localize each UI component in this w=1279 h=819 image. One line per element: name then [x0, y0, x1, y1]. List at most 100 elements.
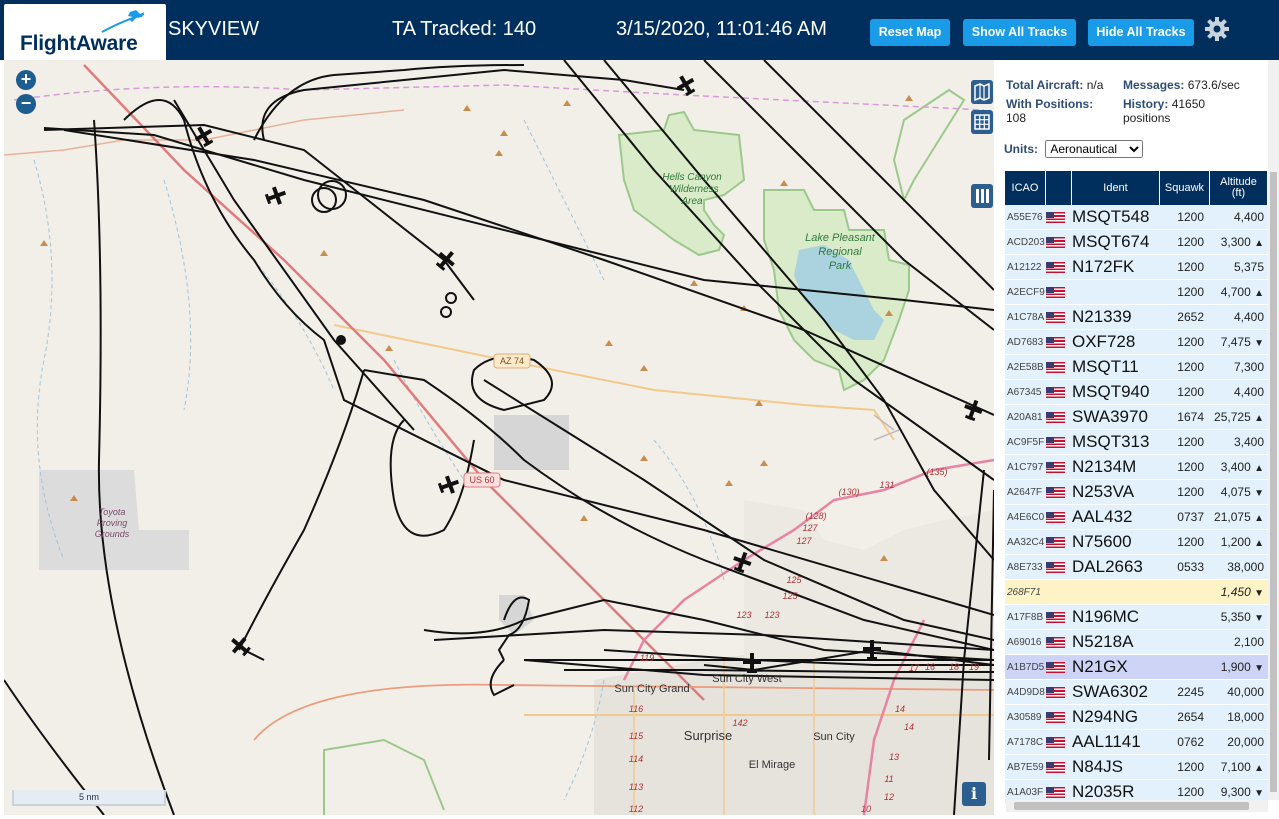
- svg-text:(130): (130): [838, 487, 859, 497]
- row-ident: N84JS: [1072, 757, 1124, 776]
- history-value: 41650: [1171, 97, 1206, 111]
- row-flag: [1046, 336, 1072, 348]
- table-row[interactable]: A17F8B N196MC 5,350 ▼: [1005, 605, 1268, 630]
- grid-toggle-button[interactable]: [971, 110, 993, 134]
- row-ident: N5218A: [1072, 632, 1134, 651]
- row-flag: [1046, 661, 1072, 673]
- table-row[interactable]: A8E733 DAL2663 0533 38,000: [1005, 555, 1268, 580]
- row-altitude: 1,200 ▲: [1220, 535, 1264, 549]
- row-ident: N21339: [1072, 307, 1132, 326]
- zoom-out-button[interactable]: −: [16, 94, 36, 114]
- table-row[interactable]: A1C78A N21339 2652 4,400: [1005, 305, 1268, 330]
- table-row[interactable]: A55E76 MSQT548 1200 4,400: [1005, 205, 1268, 230]
- row-altitude: 3,300 ▲: [1220, 235, 1264, 249]
- altitude-trend-icon: ▼: [1254, 338, 1264, 349]
- row-icao: 268F71: [1007, 586, 1041, 598]
- row-flag: [1046, 261, 1072, 273]
- table-row[interactable]: 268F71 1,450 ▼: [1005, 580, 1268, 605]
- row-icao: A2647F: [1007, 486, 1043, 498]
- col-altitude[interactable]: Altitude (ft): [1210, 171, 1268, 205]
- row-altitude: 40,000: [1227, 685, 1264, 699]
- col-icao[interactable]: ICAO: [1005, 171, 1046, 205]
- map-scale: 5 nm: [12, 790, 166, 806]
- aircraft-icon[interactable]: [264, 184, 289, 208]
- row-ident: MSQT674: [1072, 232, 1150, 251]
- us-flag-icon: [1046, 761, 1065, 773]
- row-ident: N75600: [1072, 532, 1132, 551]
- panel-scroll-thumb-horizontal[interactable]: [1014, 802, 1249, 810]
- gear-icon[interactable]: [1204, 16, 1230, 42]
- table-row[interactable]: AC9F5F MSQT313 1200 3,400: [1005, 430, 1268, 455]
- row-ident: SWA3970: [1072, 407, 1148, 426]
- svg-text:12: 12: [884, 792, 894, 802]
- us-flag-icon: [1046, 461, 1065, 473]
- row-altitude: 4,700 ▲: [1220, 285, 1264, 299]
- table-row[interactable]: A1B7D5 N21GX 1,900 ▼: [1005, 655, 1268, 680]
- table-row[interactable]: A2647F N253VA 1200 4,075 ▼: [1005, 480, 1268, 505]
- hide-all-tracks-button[interactable]: Hide All Tracks: [1088, 19, 1194, 46]
- row-icao: A20A81: [1007, 411, 1043, 423]
- row-flag: [1046, 286, 1072, 298]
- table-header: ICAO Ident Squawk Altitude (ft): [1005, 171, 1268, 205]
- row-altitude: 21,075 ▲: [1214, 510, 1264, 524]
- table-row[interactable]: A20A81 SWA3970 1674 25,725 ▲: [1005, 405, 1268, 430]
- row-squawk: 1200: [1177, 285, 1204, 299]
- flightaware-logo[interactable]: FlightAware: [4, 4, 166, 60]
- table-row[interactable]: ACD203 MSQT674 1200 3,300 ▲: [1005, 230, 1268, 255]
- table-row[interactable]: A1C797 N2134M 1200 3,400 ▲: [1005, 455, 1268, 480]
- table-row[interactable]: A4D9D8 SWA6302 2245 40,000: [1005, 680, 1268, 705]
- units-select[interactable]: Aeronautical: [1045, 140, 1144, 158]
- table-row[interactable]: A67345 MSQT940 1200 4,400: [1005, 380, 1268, 405]
- map-canvas[interactable]: Hells Canyon Wilderness Area Lake Pleasa…: [4, 60, 994, 815]
- row-squawk: 0533: [1177, 560, 1204, 574]
- reset-map-button[interactable]: Reset Map: [870, 19, 950, 46]
- svg-text:112: 112: [629, 804, 643, 814]
- table-row[interactable]: A4E6C0 AAL432 0737 21,075 ▲: [1005, 505, 1268, 530]
- table-row[interactable]: A2ECF9 1200 4,700 ▲: [1005, 280, 1268, 305]
- az74-label: AZ 74: [500, 356, 524, 366]
- svg-text:119: 119: [640, 653, 654, 663]
- row-altitude: 5,375: [1233, 260, 1264, 274]
- map-view[interactable]: Hells Canyon Wilderness Area Lake Pleasa…: [4, 60, 994, 815]
- svg-text:Sun City: Sun City: [813, 731, 855, 743]
- row-altitude: 25,725 ▲: [1214, 410, 1264, 424]
- columns-toggle-button[interactable]: [971, 184, 993, 208]
- row-icao: A1A03F: [1007, 786, 1044, 798]
- svg-text:El Mirage: El Mirage: [749, 759, 795, 771]
- col-ident[interactable]: Ident: [1072, 171, 1160, 205]
- row-ident: N172FK: [1072, 257, 1135, 276]
- row-altitude: 4,400: [1233, 385, 1264, 399]
- us-flag-icon: [1046, 536, 1065, 548]
- table-row[interactable]: AD7683 OXF728 1200 7,475 ▼: [1005, 330, 1268, 355]
- us-flag-icon: [1046, 261, 1065, 273]
- panel-scroll-thumb-vertical[interactable]: [1270, 172, 1277, 792]
- row-flag: [1046, 486, 1072, 498]
- aircraft-icon[interactable]: [227, 633, 254, 660]
- table-row[interactable]: A30589 N294NG 2654 18,000: [1005, 705, 1268, 730]
- table-row[interactable]: A69016 N5218A 2,100: [1005, 630, 1268, 655]
- table-row[interactable]: AB7E59 N84JS 1200 7,100 ▲: [1005, 755, 1268, 780]
- table-row[interactable]: A7178C AAL1141 0762 20,000: [1005, 730, 1268, 755]
- svg-text:Lake Pleasant: Lake Pleasant: [805, 232, 876, 244]
- us-flag-icon: [1046, 711, 1065, 723]
- altitude-trend-icon: ▲: [1254, 538, 1264, 549]
- row-altitude: 5,350 ▼: [1220, 610, 1264, 624]
- row-squawk: 1200: [1177, 260, 1204, 274]
- show-all-tracks-button[interactable]: Show All Tracks: [963, 19, 1076, 46]
- row-altitude: 18,000: [1227, 710, 1264, 724]
- info-button[interactable]: i: [962, 782, 986, 806]
- aircraft-icon[interactable]: [437, 473, 462, 497]
- table-row[interactable]: A12122 N172FK 1200 5,375: [1005, 255, 1268, 280]
- aircraft-icon[interactable]: [433, 247, 460, 274]
- table-row[interactable]: AA32C4 N75600 1200 1,200 ▲: [1005, 530, 1268, 555]
- map-layers-button[interactable]: [971, 80, 993, 104]
- table-row[interactable]: A2E58B MSQT11 1200 7,300: [1005, 355, 1268, 380]
- row-squawk: 2245: [1177, 685, 1204, 699]
- zoom-in-button[interactable]: +: [16, 70, 36, 90]
- row-altitude: 20,000: [1227, 735, 1264, 749]
- tracked-count: TA Tracked: 140: [392, 18, 537, 40]
- row-squawk: 0737: [1177, 510, 1204, 524]
- altitude-trend-icon: ▲: [1254, 238, 1264, 249]
- svg-text:Surprise: Surprise: [684, 728, 732, 743]
- col-squawk[interactable]: Squawk: [1160, 171, 1210, 205]
